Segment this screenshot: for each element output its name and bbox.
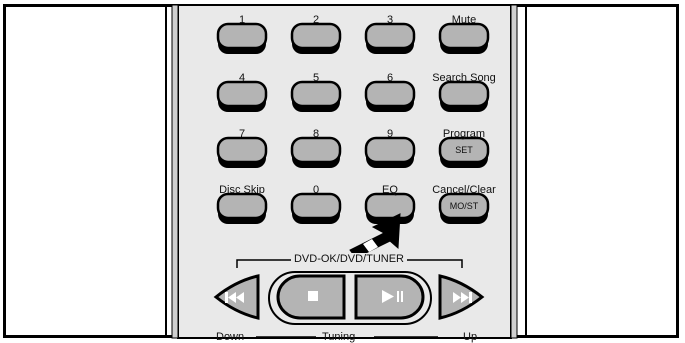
remote-control-illustration [171,4,518,339]
key-9-button[interactable] [364,136,416,168]
key-8-button[interactable] [290,136,342,168]
key-3-button[interactable] [364,22,416,54]
key-search-song-label: Search Song [432,72,496,84]
key-4-button[interactable] [216,80,268,112]
key-9-label: 9 [386,128,394,140]
key-disc-skip-button[interactable] [216,192,268,224]
key-1-button[interactable] [216,22,268,54]
key-2-label: 2 [312,14,320,26]
key-3-label: 3 [386,14,394,26]
key-cancel-clear-label: Cancel/Clear [432,184,496,196]
key-1-label: 1 [238,14,246,26]
key-7-button[interactable] [216,136,268,168]
key-0-button[interactable] [290,192,342,224]
key-program-button-text: SET [455,145,473,155]
key-mute-label: Mute [451,14,477,26]
down-label: Down [216,331,245,343]
key-mute-button[interactable] [438,22,490,54]
key-0-label: 0 [312,184,320,196]
key-6-button[interactable] [364,80,416,112]
key-7-label: 7 [238,128,246,140]
remote-body-inner-edge [171,4,179,339]
up-label: Up [463,331,478,343]
key-cancel-clear-button-text: MO/ST [449,201,479,211]
mode-label: DVD-OK/DVD/TUNER [290,253,408,265]
key-eq-label: EQ [382,184,398,196]
key-8-label: 8 [312,128,320,140]
remote-body-inner-edge-right [510,4,518,339]
tuning-label: Tuning [322,331,356,343]
key-6-label: 6 [386,72,394,84]
key-program-label: Program [442,128,486,140]
key-disc-skip-label: Disc Skip [219,184,265,196]
stop-icon [308,291,318,301]
key-2-button[interactable] [290,22,342,54]
key-5-label: 5 [312,72,320,84]
key-5-button[interactable] [290,80,342,112]
key-4-label: 4 [238,72,246,84]
key-search-song-button[interactable] [438,80,490,112]
